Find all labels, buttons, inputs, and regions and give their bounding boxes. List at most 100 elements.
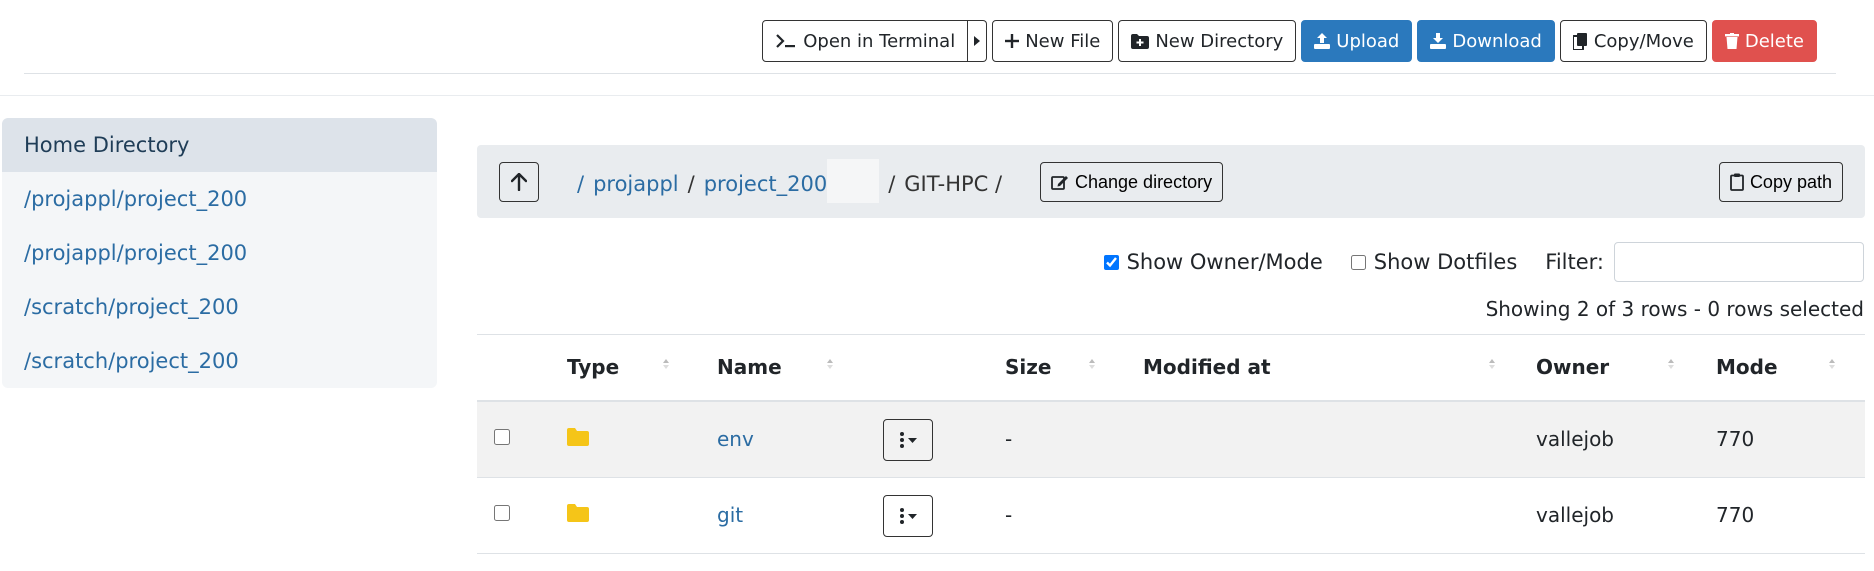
show-owner-mode-checkbox[interactable] (1103, 254, 1119, 270)
sort-icon[interactable] (1489, 359, 1495, 369)
row-select-checkbox[interactable] (494, 505, 510, 521)
filter-label: Filter: (1545, 250, 1604, 274)
trash-icon (1724, 33, 1739, 49)
edit-icon (1051, 174, 1069, 190)
sidebar-item-label: /scratch/project_200 (24, 295, 239, 319)
parent-directory-button[interactable] (499, 162, 539, 202)
folder-plus-icon (1131, 33, 1150, 49)
delete-button[interactable]: Delete (1711, 20, 1817, 62)
column-header-type[interactable]: Type (567, 355, 619, 379)
delete-label: Delete (1744, 30, 1804, 52)
owner-cell: vallejob (1536, 427, 1614, 451)
sidebar-item-label: /projappl/project_200 (24, 187, 248, 211)
header-divider (0, 95, 1874, 96)
download-button[interactable]: Download (1417, 20, 1555, 62)
show-dotfiles-option: Show Dotfiles (1350, 250, 1518, 274)
sidebar-item-scratch-2[interactable]: /scratch/project_200 (2, 334, 437, 388)
breadcrumb-link-project[interactable]: project_200 (704, 172, 827, 196)
terminal-icon (775, 33, 797, 49)
row-count-status: Showing 2 of 3 rows - 0 rows selected (1485, 297, 1864, 321)
size-cell: - (1005, 503, 1013, 527)
owner-cell: vallejob (1536, 503, 1614, 527)
breadcrumb-separator: / (687, 172, 695, 196)
column-header-owner[interactable]: Owner (1536, 355, 1609, 379)
new-directory-label: New Directory (1155, 30, 1284, 52)
sort-icon[interactable] (827, 359, 833, 369)
download-label: Download (1452, 30, 1542, 52)
open-terminal-label: Open in Terminal (803, 30, 956, 52)
new-file-label: New File (1025, 30, 1101, 52)
copy-path-button[interactable]: Copy path (1718, 162, 1843, 202)
copy-move-label: Copy/Move (1593, 30, 1694, 52)
file-name-cell: env (717, 427, 754, 451)
open-terminal-split: Open in Terminal (762, 20, 988, 62)
mode-cell: 770 (1716, 503, 1755, 527)
row-actions-button[interactable] (883, 495, 933, 537)
size-cell: - (1005, 427, 1013, 451)
breadcrumb: / projappl / project_200 / GIT-HPC / (577, 159, 1003, 203)
folder-icon (567, 504, 589, 526)
view-options: Show Owner/Mode Show Dotfiles Filter: (1103, 242, 1864, 282)
show-dotfiles-label: Show Dotfiles (1373, 250, 1518, 274)
sidebar-item-home[interactable]: Home Directory (2, 118, 437, 172)
breadcrumb-link-projappl[interactable]: projappl (593, 172, 679, 196)
column-header-name[interactable]: Name (717, 355, 782, 379)
arrow-up-icon (511, 173, 527, 191)
upload-icon (1314, 33, 1331, 49)
copy-path-label: Copy path (1749, 171, 1832, 192)
show-owner-mode-label: Show Owner/Mode (1126, 250, 1323, 274)
download-icon (1430, 33, 1447, 49)
column-header-modified[interactable]: Modified at (1143, 355, 1271, 379)
toolbar: Open in Terminal New File New Directory (762, 20, 1817, 62)
mode-cell: 770 (1716, 427, 1755, 451)
table-row: git - vallejob 770 (477, 478, 1865, 554)
upload-button[interactable]: Upload (1301, 20, 1413, 62)
row-select-checkbox[interactable] (494, 429, 510, 445)
copy-move-button[interactable]: Copy/Move (1559, 20, 1707, 62)
file-browser-page: Open in Terminal New File New Directory (0, 0, 1874, 571)
copy-icon (1572, 32, 1588, 50)
breadcrumb-separator: / (888, 172, 896, 196)
sidebar-item-projappl-1[interactable]: /projappl/project_200 (2, 172, 437, 226)
sort-icon[interactable] (1668, 359, 1674, 369)
file-name-link[interactable]: git (717, 503, 743, 527)
terminal-dropdown-toggle[interactable] (968, 20, 988, 62)
caret-down-icon (907, 513, 917, 519)
new-file-button[interactable]: New File (992, 20, 1114, 62)
table-row: env - vallejob 770 (477, 402, 1865, 478)
open-terminal-button[interactable]: Open in Terminal (762, 20, 969, 62)
toolbar-divider (24, 73, 1836, 74)
show-owner-mode-option: Show Owner/Mode (1103, 250, 1323, 274)
table-header: Type Name Size Modified at Owner Mode (477, 334, 1865, 402)
change-directory-button[interactable]: Change directory (1040, 162, 1224, 202)
redacted-region (827, 159, 880, 203)
sidebar-item-label: /projappl/project_200 (24, 241, 248, 265)
column-header-size[interactable]: Size (1005, 355, 1051, 379)
breadcrumb-root[interactable]: / (577, 172, 584, 196)
file-name-link[interactable]: env (717, 427, 754, 451)
breadcrumb-current: GIT-HPC / (904, 172, 1003, 196)
new-directory-button[interactable]: New Directory (1118, 20, 1297, 62)
file-table: Type Name Size Modified at Owner Mode en… (477, 334, 1865, 554)
upload-label: Upload (1336, 30, 1400, 52)
more-vertical-icon (899, 508, 904, 524)
sidebar-item-scratch-1[interactable]: /scratch/project_200 (2, 280, 437, 334)
sidebar-item-label: /scratch/project_200 (24, 349, 239, 373)
column-header-mode[interactable]: Mode (1716, 355, 1778, 379)
more-vertical-icon (899, 432, 904, 448)
clipboard-icon (1730, 173, 1744, 191)
caret-down-icon (907, 437, 917, 443)
breadcrumb-bar: / projappl / project_200 / GIT-HPC / Cha… (477, 145, 1865, 218)
sort-icon[interactable] (663, 359, 669, 369)
row-actions-button[interactable] (883, 419, 933, 461)
sidebar-item-projappl-2[interactable]: /projappl/project_200 (2, 226, 437, 280)
show-dotfiles-checkbox[interactable] (1350, 254, 1366, 270)
caret-right-icon (974, 36, 981, 46)
change-directory-label: Change directory (1075, 171, 1213, 192)
sort-icon[interactable] (1089, 359, 1095, 369)
sidebar-item-label: Home Directory (24, 133, 190, 157)
favorites-sidebar: Home Directory /projappl/project_200 /pr… (2, 118, 437, 388)
file-name-cell: git (717, 503, 743, 527)
filter-input[interactable] (1614, 242, 1864, 282)
sort-icon[interactable] (1829, 359, 1835, 369)
